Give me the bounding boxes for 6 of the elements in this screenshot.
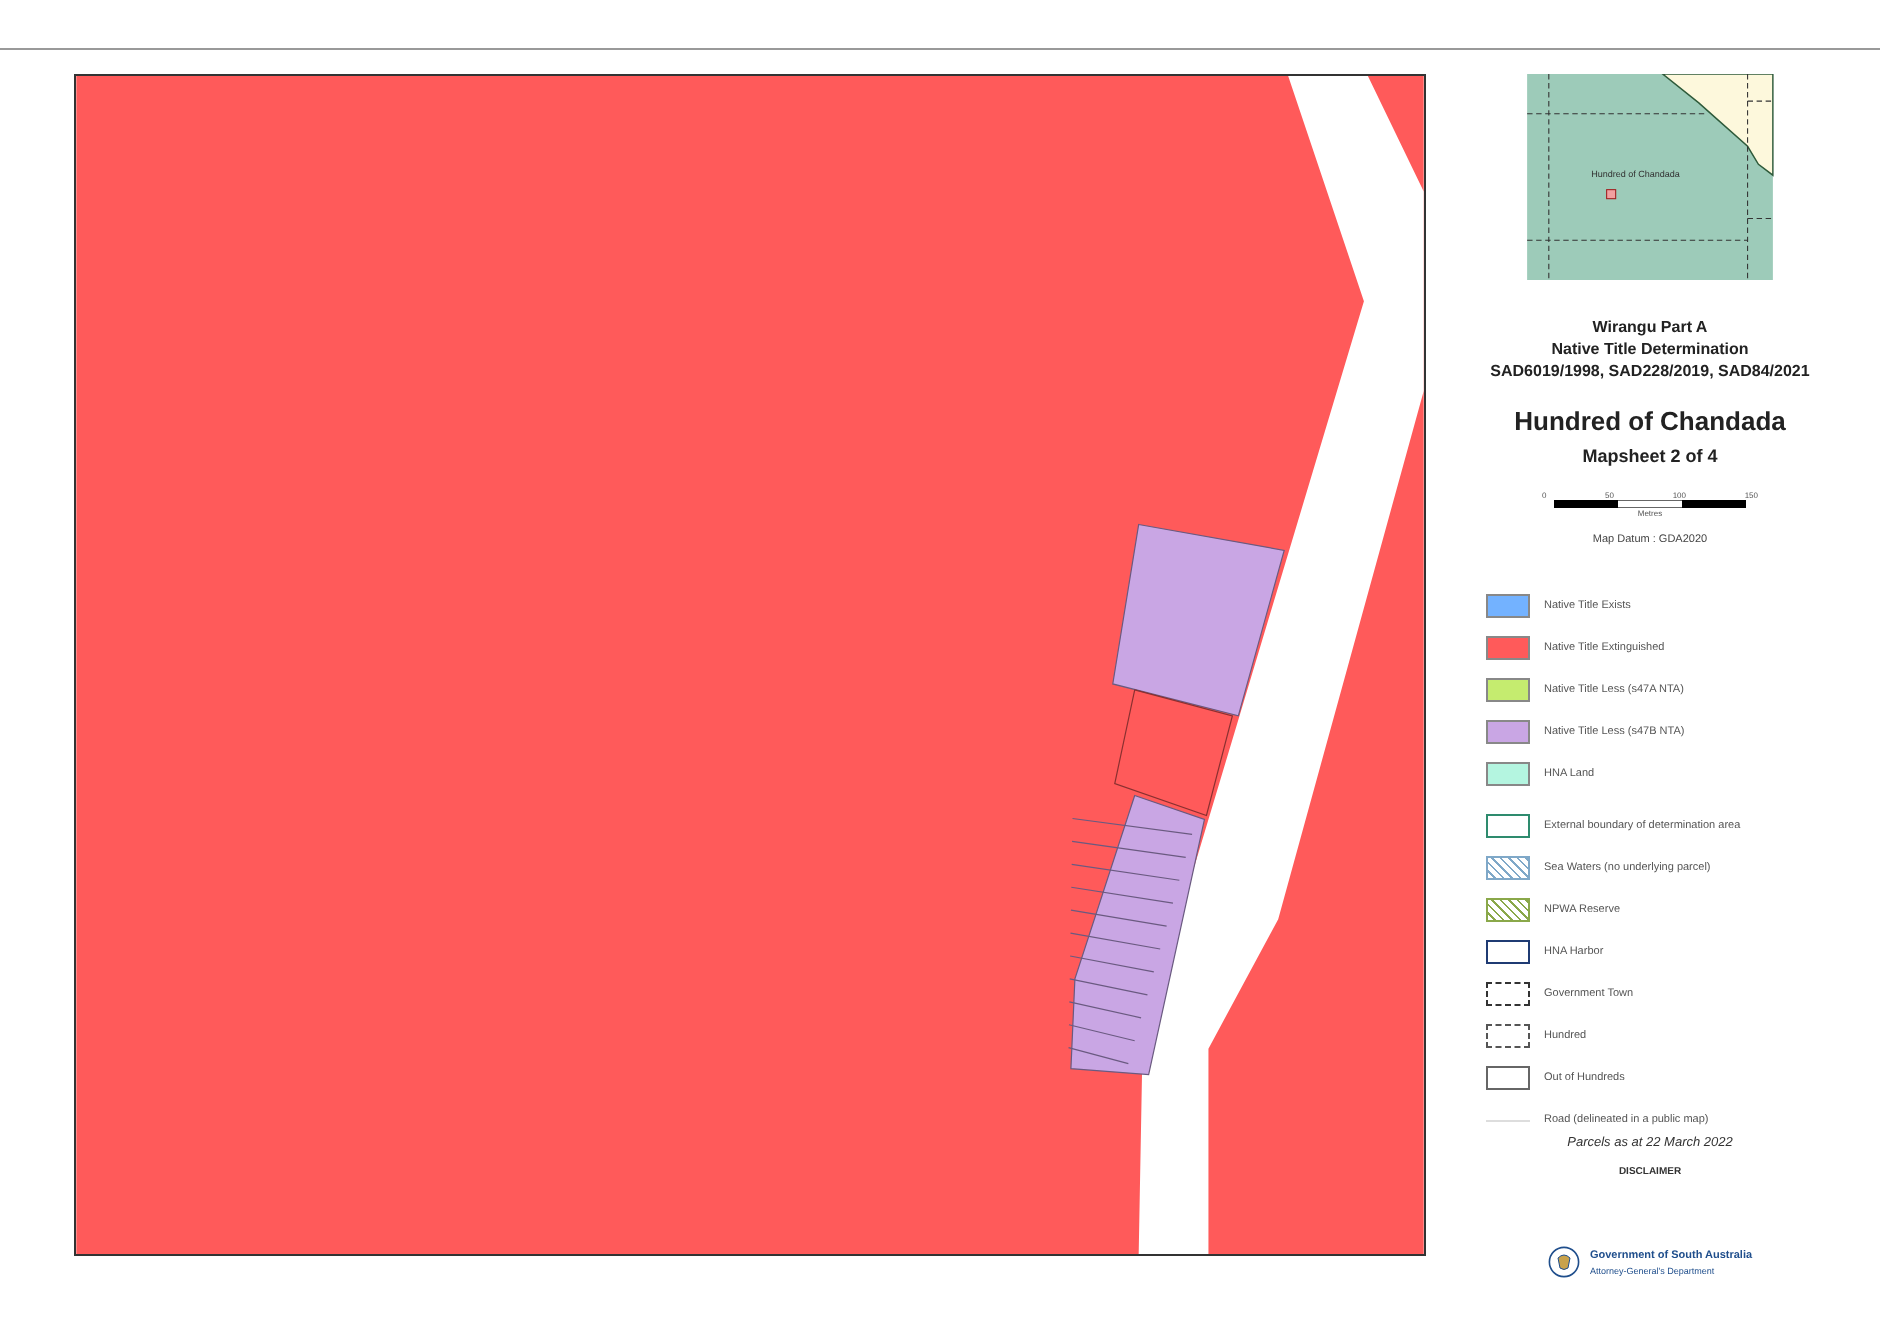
crest-icon	[1547, 1246, 1580, 1278]
title-line: Native Title Determination	[1549, 338, 1751, 360]
title-line: Wirangu Part A	[1590, 316, 1710, 338]
title-line: SAD6019/1998, SAD228/2019, SAD84/2021	[1490, 360, 1810, 382]
mapsheet-label: Mapsheet 2 of 4	[1582, 446, 1718, 466]
map-heading: Hundred of Chandada	[1514, 406, 1786, 436]
